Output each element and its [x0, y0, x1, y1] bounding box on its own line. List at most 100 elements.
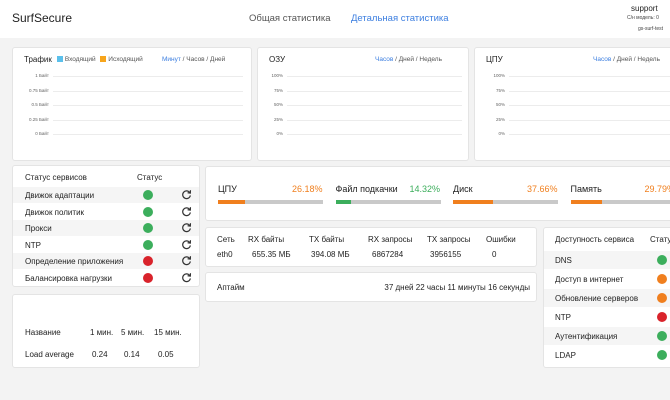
availability-name: Обновление серверов: [555, 294, 639, 303]
uptime-card: Аптайм 37 дней 22 часы 11 минуты 16 секу…: [205, 272, 537, 302]
meter-label: Диск: [453, 184, 473, 194]
status-dot-red: [657, 312, 667, 322]
service-name: Балансировка нагрузки: [25, 273, 112, 283]
refresh-icon[interactable]: [181, 222, 192, 233]
legend-out-swatch: [100, 56, 107, 63]
grid-line: [509, 76, 670, 77]
refresh-icon[interactable]: [181, 189, 192, 200]
availability-row: NTP: [544, 308, 670, 326]
service-availability-card: Доступность сервиса Статус DNS Доступ в и…: [543, 227, 670, 368]
load-header-name: Название: [25, 328, 61, 337]
ram-title: ОЗУ: [269, 55, 286, 64]
meter-value: 26.18%: [292, 184, 323, 194]
ram-period-switch[interactable]: Часов / Дней / Недель: [375, 56, 442, 63]
axis-tick-label: 0 Байт: [35, 131, 49, 136]
status-dot-red: [143, 256, 153, 266]
axis-tick-label: 0.75 Байт: [28, 87, 49, 93]
availability-name: Аутентификация: [555, 332, 618, 341]
net-tx-bytes: 394.08 МБ: [311, 250, 350, 259]
status-dot-green: [143, 223, 153, 233]
refresh-icon[interactable]: [181, 272, 192, 283]
axis-tick-label: 50%: [495, 102, 505, 107]
status-dot-red: [143, 272, 153, 283]
net-header-tx-req: TX запросы: [427, 235, 471, 244]
status-dot-green: [143, 239, 153, 250]
user-name[interactable]: support: [631, 4, 658, 13]
meter-bar-fill: [570, 200, 602, 204]
service-name: Прокси: [25, 224, 52, 233]
meter-label: ЦПУ: [218, 184, 237, 194]
period-rest[interactable]: / Дней / Недель: [393, 56, 442, 63]
traffic-chart-card: Трафик Входящий Исходящий Минут / Часов …: [12, 47, 252, 161]
user-serial: С/н модель: 0: [627, 15, 659, 21]
refresh-icon[interactable]: [181, 239, 192, 250]
status-dot-orange: [657, 293, 667, 303]
tab-detailed-stats[interactable]: Детальная статистика: [351, 13, 449, 24]
tab-general-stats[interactable]: Общая статистика: [249, 13, 331, 24]
legend-out-label: Исходящий: [108, 56, 143, 63]
axis-tick-label: 0.25 Байт: [28, 116, 49, 122]
period-hours[interactable]: Часов: [375, 56, 393, 63]
availability-row: LDAP: [544, 346, 670, 364]
axis-tick-label: 75%: [273, 87, 283, 93]
service-row: Прокси: [13, 220, 199, 236]
uptime-value: 37 дней 22 часы 11 минуты 16 секунды: [384, 283, 530, 292]
meter-value: 37.66%: [527, 184, 558, 194]
meter-label: Файл подкачки: [335, 184, 398, 194]
resource-meters-card: ЦПУ 26.18% Файл подкачки 14.32% Диск 37.66% Па…: [205, 166, 670, 221]
availability-row: DNS: [544, 251, 670, 269]
grid-line: [287, 119, 462, 121]
period-rest[interactable]: / Часов / Дней: [181, 56, 226, 63]
service-name: Движок адаптации: [25, 191, 95, 200]
traffic-period-switch[interactable]: Минут / Часов / Дней: [162, 56, 225, 63]
availability-name: Доступ в интернет: [555, 275, 624, 284]
status-dot-green: [143, 206, 153, 217]
status-dot-green: [657, 255, 667, 265]
net-header-errors: Ошибки: [486, 235, 516, 244]
availability-row: Обновление серверов: [544, 289, 670, 307]
grid-line: [287, 134, 462, 135]
axis-tick-label: 0.5 Байт: [31, 102, 49, 107]
load-header-15min: 15 мин.: [154, 328, 182, 337]
top-bar: SurfSecure Общая статистика Детальная ст…: [0, 0, 670, 38]
availability-row: Доступ в интернет: [544, 270, 670, 288]
status-dot-green: [657, 331, 667, 341]
service-status-card: Статус сервисов Статус Движок адаптации Д…: [12, 165, 200, 287]
availability-header-name: Доступность сервиса: [555, 235, 635, 244]
period-rest[interactable]: / Дней / Недель: [611, 56, 660, 63]
grid-line: [53, 119, 243, 121]
load-average-card: Название 1 мин. 5 мин. 15 мин. Load aver…: [12, 294, 200, 368]
availability-row: Аутентификация: [544, 327, 670, 345]
availability-name: DNS: [555, 256, 572, 265]
refresh-icon[interactable]: [181, 255, 192, 266]
service-name: NTP: [25, 240, 41, 250]
load-header-5min: 5 мин.: [121, 328, 145, 337]
meter-value: 14.32%: [409, 184, 441, 194]
ram-chart-card: ОЗУ Часов / Дней / Недель 100% 75% 50% 25% 0…: [257, 47, 469, 161]
net-header-iface: Сеть: [217, 235, 235, 244]
net-rx-req: 6867284: [372, 250, 404, 259]
axis-tick-label: 50%: [273, 102, 283, 107]
grid-line: [509, 119, 670, 121]
period-hours[interactable]: Часов: [593, 56, 611, 63]
grid-line: [509, 90, 670, 92]
cpu-title: ЦПУ: [486, 55, 503, 64]
axis-tick-label: 100%: [493, 73, 505, 78]
grid-line: [287, 90, 462, 92]
grid-line: [287, 105, 462, 106]
net-rx-bytes: 655.35 МБ: [252, 250, 291, 259]
period-minutes[interactable]: Минут: [162, 56, 181, 63]
grid-line: [53, 105, 243, 106]
service-row: Движок адаптации: [13, 187, 199, 203]
service-row: Движок политик: [13, 204, 199, 220]
refresh-icon[interactable]: [181, 206, 192, 217]
meter-bar-fill: [335, 200, 351, 204]
cpu-chart-card: ЦПУ Часов / Дней / Недель 100% 75% 50% 25% 0…: [474, 47, 670, 161]
service-row: Определение приложения: [13, 253, 199, 269]
axis-tick-label: 0%: [498, 131, 505, 136]
legend-in-swatch: [57, 56, 63, 63]
network-card: Сеть RX байты TX байты RX запросы TX зап…: [205, 227, 537, 267]
net-tx-req: 3956155: [430, 250, 462, 259]
cpu-period-switch[interactable]: Часов / Дней / Недель: [593, 56, 660, 63]
axis-tick-label: 0%: [276, 131, 283, 136]
